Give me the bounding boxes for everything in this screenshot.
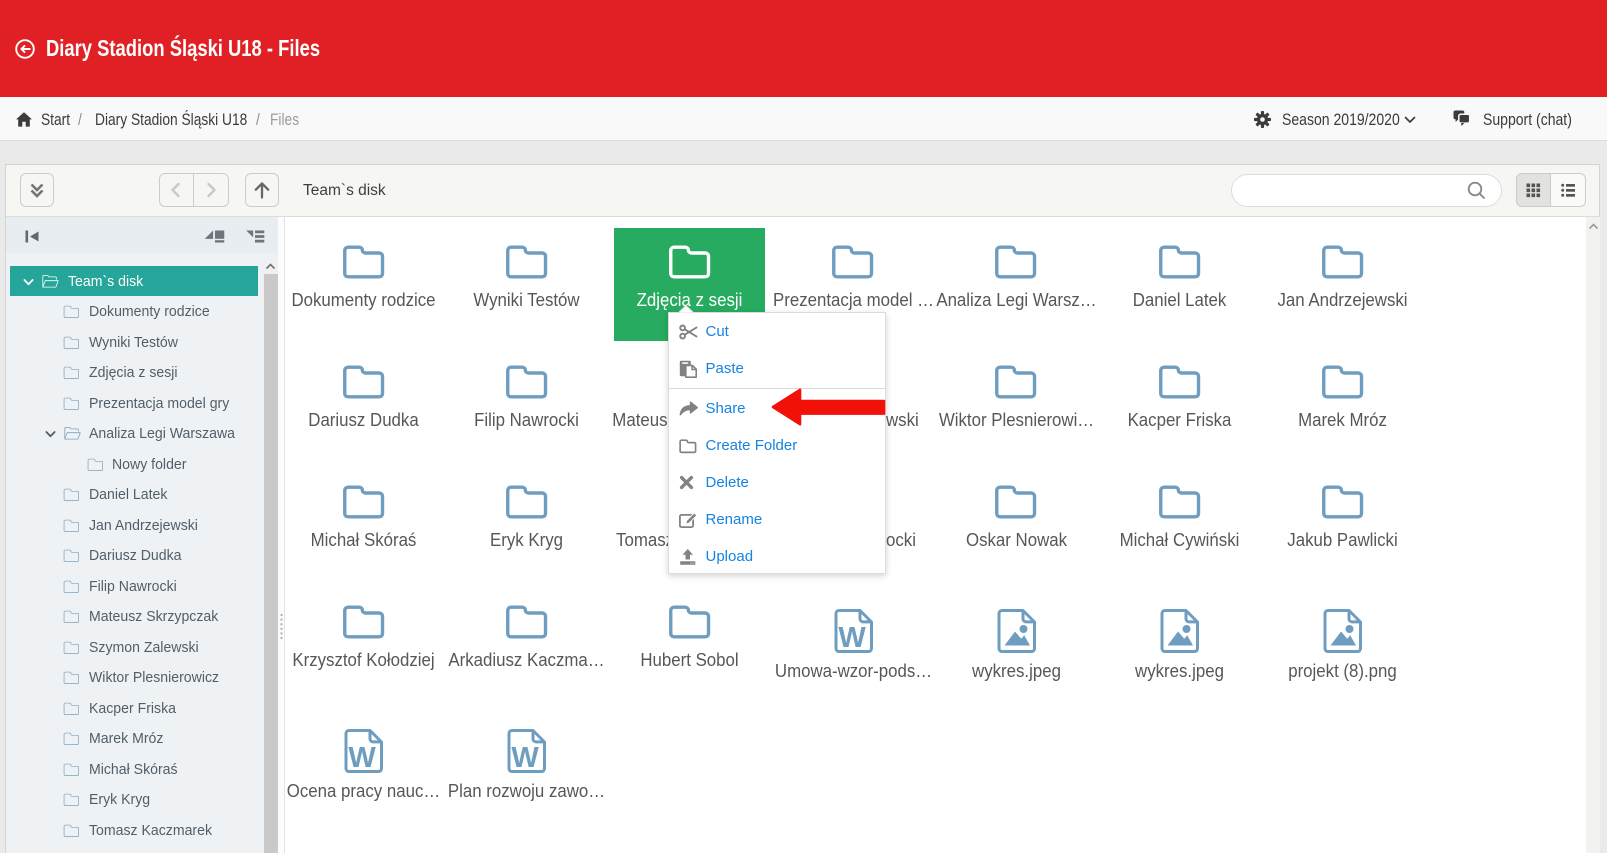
svg-text:W: W — [512, 742, 540, 773]
svg-text:W: W — [348, 742, 376, 773]
svg-text:W: W — [838, 622, 866, 653]
